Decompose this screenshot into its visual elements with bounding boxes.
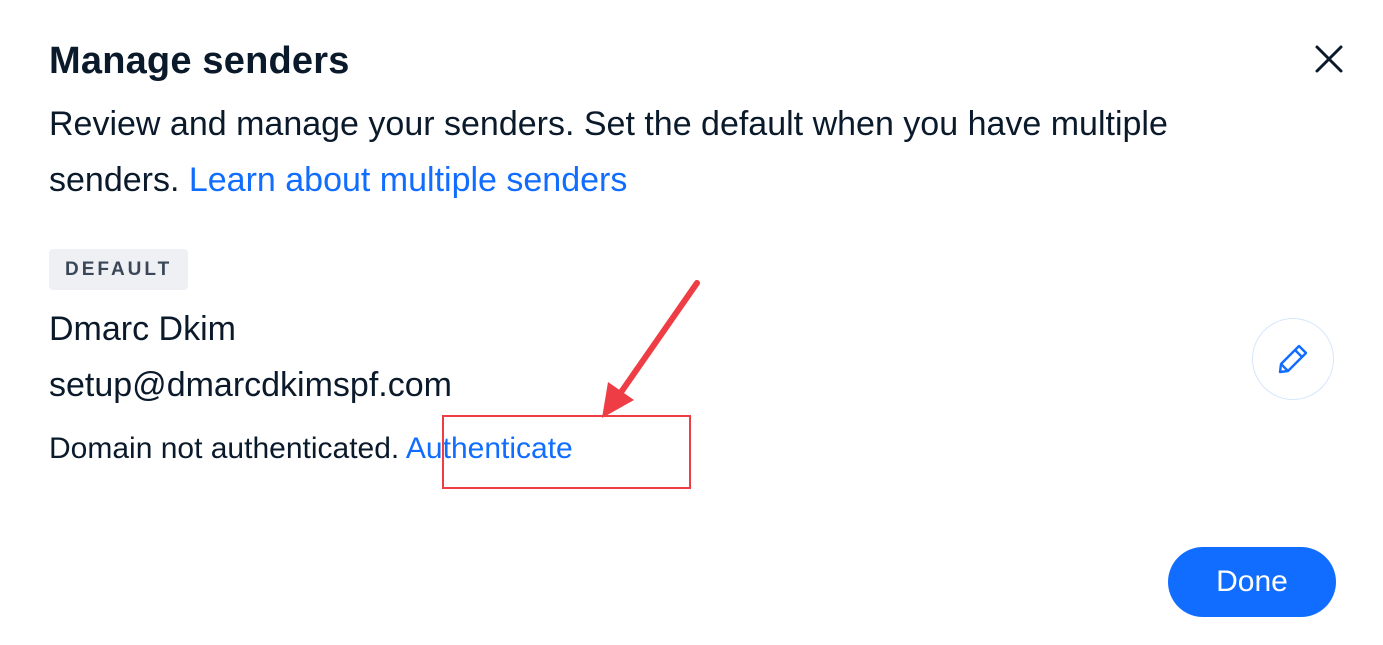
close-icon xyxy=(1315,45,1343,73)
close-button[interactable] xyxy=(1308,38,1350,80)
default-badge: DEFAULT xyxy=(49,249,189,290)
pencil-icon xyxy=(1278,344,1308,374)
learn-multiple-senders-link[interactable]: Learn about multiple senders xyxy=(189,161,628,199)
domain-status-text: Domain not authenticated. xyxy=(49,432,406,465)
sender-name: Dmarc Dkim xyxy=(49,310,236,348)
domain-status: Domain not authenticated. Authenticate xyxy=(49,432,573,466)
manage-senders-dialog: Manage senders Review and manage your se… xyxy=(0,0,1383,645)
authenticate-link[interactable]: Authenticate xyxy=(406,432,573,465)
dialog-description: Review and manage your senders. Set the … xyxy=(49,96,1229,208)
annotation-arrow-icon xyxy=(602,280,700,418)
done-button[interactable]: Done xyxy=(1168,547,1336,617)
edit-sender-button[interactable] xyxy=(1252,318,1334,400)
sender-email: setup@dmarcdkimspf.com xyxy=(49,366,452,404)
dialog-title: Manage senders xyxy=(49,40,350,82)
